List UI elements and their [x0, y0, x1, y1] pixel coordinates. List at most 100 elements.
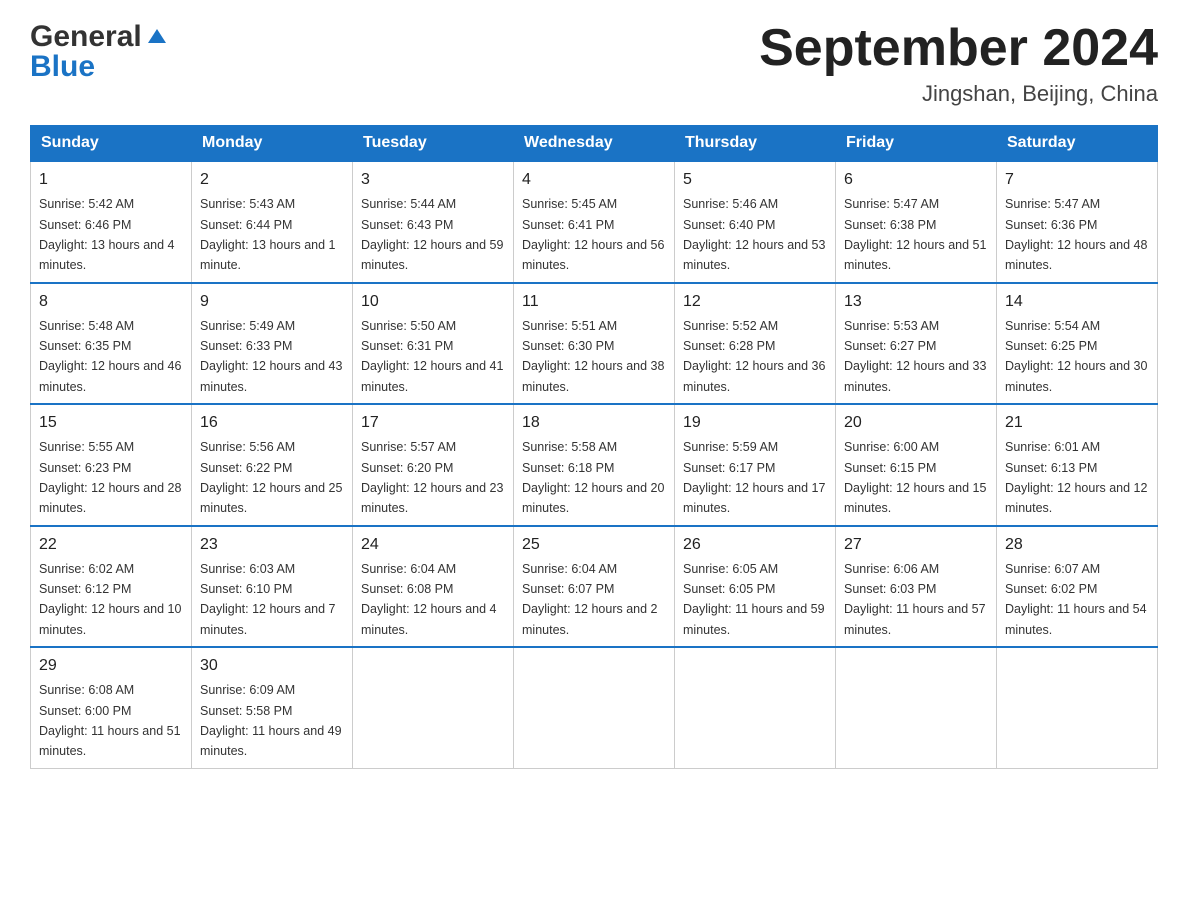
calendar-cell: 21 Sunrise: 6:01 AMSunset: 6:13 PMDayligh… [997, 404, 1158, 526]
week-row-1: 1 Sunrise: 5:42 AMSunset: 6:46 PMDaylight… [31, 161, 1158, 283]
col-monday: Monday [192, 126, 353, 162]
day-info: Sunrise: 5:53 AMSunset: 6:27 PMDaylight:… [844, 319, 986, 394]
calendar-cell: 7 Sunrise: 5:47 AMSunset: 6:36 PMDaylight… [997, 161, 1158, 283]
logo-chevron-icon [146, 25, 168, 52]
calendar-cell: 8 Sunrise: 5:48 AMSunset: 6:35 PMDaylight… [31, 283, 192, 405]
day-info: Sunrise: 5:50 AMSunset: 6:31 PMDaylight:… [361, 319, 503, 394]
col-wednesday: Wednesday [514, 126, 675, 162]
calendar-cell: 19 Sunrise: 5:59 AMSunset: 6:17 PMDayligh… [675, 404, 836, 526]
calendar-cell: 4 Sunrise: 5:45 AMSunset: 6:41 PMDaylight… [514, 161, 675, 283]
day-number: 21 [1005, 411, 1149, 435]
calendar-cell: 22 Sunrise: 6:02 AMSunset: 6:12 PMDayligh… [31, 526, 192, 648]
day-number: 5 [683, 168, 827, 192]
day-info: Sunrise: 5:47 AMSunset: 6:36 PMDaylight:… [1005, 197, 1147, 272]
day-number: 23 [200, 533, 344, 557]
day-info: Sunrise: 6:09 AMSunset: 5:58 PMDaylight:… [200, 683, 342, 758]
day-number: 24 [361, 533, 505, 557]
calendar-cell: 5 Sunrise: 5:46 AMSunset: 6:40 PMDaylight… [675, 161, 836, 283]
calendar-cell: 10 Sunrise: 5:50 AMSunset: 6:31 PMDayligh… [353, 283, 514, 405]
calendar-cell: 28Sunrise: 6:07 AMSunset: 6:02 PMDayligh… [997, 526, 1158, 648]
day-info: Sunrise: 5:45 AMSunset: 6:41 PMDaylight:… [522, 197, 664, 272]
day-number: 10 [361, 290, 505, 314]
day-number: 28 [1005, 533, 1149, 557]
day-number: 2 [200, 168, 344, 192]
calendar-cell: 26Sunrise: 6:05 AMSunset: 6:05 PMDayligh… [675, 526, 836, 648]
day-info: Sunrise: 6:08 AMSunset: 6:00 PMDaylight:… [39, 683, 181, 758]
col-friday: Friday [836, 126, 997, 162]
day-number: 26 [683, 533, 827, 557]
calendar-cell: 1 Sunrise: 5:42 AMSunset: 6:46 PMDaylight… [31, 161, 192, 283]
day-info: Sunrise: 5:57 AMSunset: 6:20 PMDaylight:… [361, 440, 503, 515]
day-info: Sunrise: 5:58 AMSunset: 6:18 PMDaylight:… [522, 440, 664, 515]
day-number: 17 [361, 411, 505, 435]
calendar-cell: 6Sunrise: 5:47 AMSunset: 6:38 PMDaylight… [836, 161, 997, 283]
day-info: Sunrise: 5:51 AMSunset: 6:30 PMDaylight:… [522, 319, 664, 394]
day-info: Sunrise: 5:49 AMSunset: 6:33 PMDaylight:… [200, 319, 342, 394]
calendar-header: Sunday Monday Tuesday Wednesday Thursday… [31, 126, 1158, 162]
calendar-cell: 13 Sunrise: 5:53 AMSunset: 6:27 PMDayligh… [836, 283, 997, 405]
page-header: General Blue September 2024 Jingshan, Be… [30, 20, 1158, 107]
day-info: Sunrise: 6:04 AMSunset: 6:08 PMDaylight:… [361, 562, 497, 637]
calendar-body: 1 Sunrise: 5:42 AMSunset: 6:46 PMDaylight… [31, 161, 1158, 768]
day-number: 11 [522, 290, 666, 314]
day-number: 4 [522, 168, 666, 192]
logo-general-text: General [30, 20, 142, 54]
logo: General Blue [30, 20, 168, 84]
calendar-cell: 29 Sunrise: 6:08 AMSunset: 6:00 PMDayligh… [31, 647, 192, 768]
day-number: 16 [200, 411, 344, 435]
calendar-cell: 18Sunrise: 5:58 AMSunset: 6:18 PMDayligh… [514, 404, 675, 526]
week-row-3: 15Sunrise: 5:55 AMSunset: 6:23 PMDayligh… [31, 404, 1158, 526]
calendar-cell: 16 Sunrise: 5:56 AMSunset: 6:22 PMDayligh… [192, 404, 353, 526]
day-number: 3 [361, 168, 505, 192]
day-number: 7 [1005, 168, 1149, 192]
day-info: Sunrise: 5:54 AMSunset: 6:25 PMDaylight:… [1005, 319, 1147, 394]
calendar-subtitle: Jingshan, Beijing, China [759, 81, 1158, 107]
calendar-cell [836, 647, 997, 768]
day-info: Sunrise: 6:01 AMSunset: 6:13 PMDaylight:… [1005, 440, 1147, 515]
calendar-cell: 30 Sunrise: 6:09 AMSunset: 5:58 PMDayligh… [192, 647, 353, 768]
day-info: Sunrise: 5:48 AMSunset: 6:35 PMDaylight:… [39, 319, 181, 394]
calendar-cell: 14Sunrise: 5:54 AMSunset: 6:25 PMDayligh… [997, 283, 1158, 405]
logo-blue-text: Blue [30, 50, 95, 84]
day-info: Sunrise: 5:44 AMSunset: 6:43 PMDaylight:… [361, 197, 503, 272]
calendar-cell: 20Sunrise: 6:00 AMSunset: 6:15 PMDayligh… [836, 404, 997, 526]
calendar-cell: 25Sunrise: 6:04 AMSunset: 6:07 PMDayligh… [514, 526, 675, 648]
calendar-title: September 2024 [759, 20, 1158, 77]
header-row: Sunday Monday Tuesday Wednesday Thursday… [31, 126, 1158, 162]
day-number: 12 [683, 290, 827, 314]
calendar-cell [353, 647, 514, 768]
col-tuesday: Tuesday [353, 126, 514, 162]
week-row-5: 29 Sunrise: 6:08 AMSunset: 6:00 PMDayligh… [31, 647, 1158, 768]
week-row-4: 22 Sunrise: 6:02 AMSunset: 6:12 PMDayligh… [31, 526, 1158, 648]
calendar-cell: 23Sunrise: 6:03 AMSunset: 6:10 PMDayligh… [192, 526, 353, 648]
day-info: Sunrise: 5:59 AMSunset: 6:17 PMDaylight:… [683, 440, 825, 515]
day-info: Sunrise: 5:43 AMSunset: 6:44 PMDaylight:… [200, 197, 336, 272]
day-info: Sunrise: 5:56 AMSunset: 6:22 PMDaylight:… [200, 440, 342, 515]
col-saturday: Saturday [997, 126, 1158, 162]
day-number: 9 [200, 290, 344, 314]
day-number: 1 [39, 168, 183, 192]
day-number: 29 [39, 654, 183, 678]
day-number: 30 [200, 654, 344, 678]
calendar-cell: 9 Sunrise: 5:49 AMSunset: 6:33 PMDaylight… [192, 283, 353, 405]
day-number: 13 [844, 290, 988, 314]
day-number: 8 [39, 290, 183, 314]
day-info: Sunrise: 5:42 AMSunset: 6:46 PMDaylight:… [39, 197, 175, 272]
calendar-cell: 11 Sunrise: 5:51 AMSunset: 6:30 PMDayligh… [514, 283, 675, 405]
calendar-cell [997, 647, 1158, 768]
day-info: Sunrise: 6:06 AMSunset: 6:03 PMDaylight:… [844, 562, 986, 637]
day-info: Sunrise: 6:04 AMSunset: 6:07 PMDaylight:… [522, 562, 658, 637]
calendar-cell [514, 647, 675, 768]
day-info: Sunrise: 6:02 AMSunset: 6:12 PMDaylight:… [39, 562, 181, 637]
day-number: 22 [39, 533, 183, 557]
calendar-cell: 27 Sunrise: 6:06 AMSunset: 6:03 PMDayligh… [836, 526, 997, 648]
calendar-cell: 17 Sunrise: 5:57 AMSunset: 6:20 PMDayligh… [353, 404, 514, 526]
day-number: 15 [39, 411, 183, 435]
day-number: 27 [844, 533, 988, 557]
day-number: 6 [844, 168, 988, 192]
calendar-cell: 2 Sunrise: 5:43 AMSunset: 6:44 PMDaylight… [192, 161, 353, 283]
day-number: 19 [683, 411, 827, 435]
calendar-cell [675, 647, 836, 768]
title-block: September 2024 Jingshan, Beijing, China [759, 20, 1158, 107]
day-info: Sunrise: 5:46 AMSunset: 6:40 PMDaylight:… [683, 197, 825, 272]
